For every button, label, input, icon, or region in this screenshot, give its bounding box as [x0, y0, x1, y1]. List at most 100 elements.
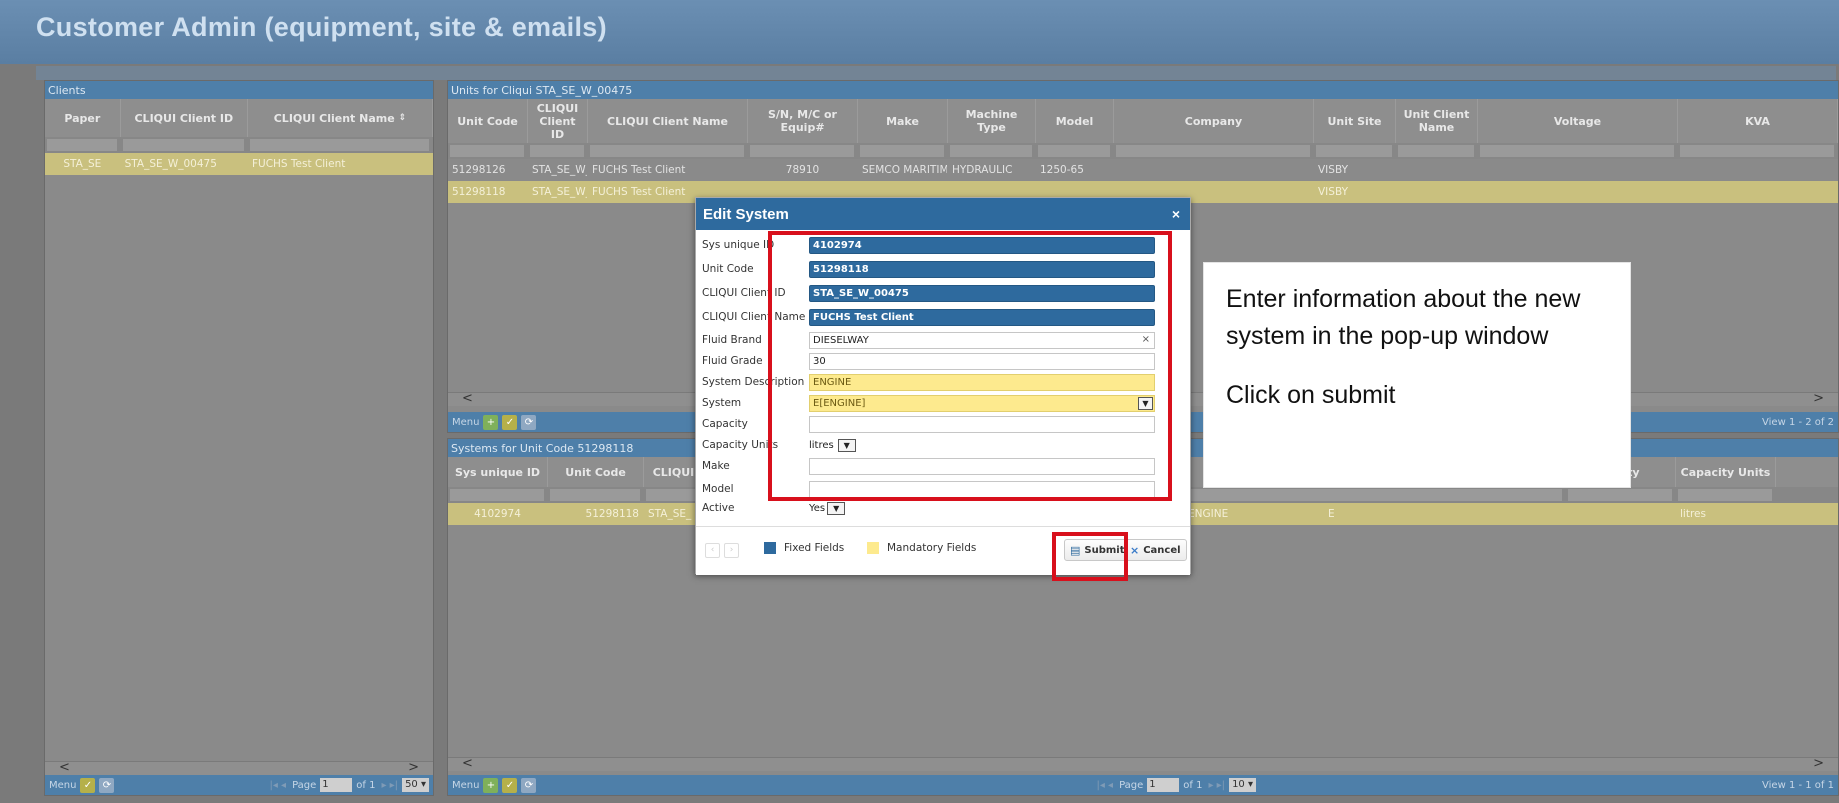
- edit-icon[interactable]: ✓: [80, 777, 96, 793]
- view-count: View 1 - 1 of 1: [1762, 779, 1834, 791]
- menu-label[interactable]: Menu: [49, 780, 76, 791]
- capacity-label: Capacity: [702, 418, 748, 430]
- rows-per-page-value: 50: [405, 779, 418, 790]
- close-icon[interactable]: ×: [1172, 206, 1180, 222]
- column-header-sys-id[interactable]: Sys unique ID: [448, 457, 548, 487]
- first-page-icon[interactable]: |◂ ◂: [269, 780, 286, 791]
- cell-make: SEMCO MARITIME: [862, 164, 948, 176]
- cancel-label: Cancel: [1143, 544, 1181, 556]
- clients-panel-title: Clients: [45, 81, 433, 99]
- rows-per-page-select[interactable]: 10 ▾: [1229, 778, 1256, 792]
- cell-unit-site: VISBY: [1318, 186, 1348, 198]
- cell-unit-site: VISBY: [1318, 164, 1348, 176]
- cell-unit-code: 51298118: [452, 186, 506, 198]
- menu-label[interactable]: Menu: [452, 780, 479, 791]
- column-header-company[interactable]: Company: [1114, 99, 1314, 143]
- mandatory-swatch: [867, 542, 879, 554]
- column-header-client-id[interactable]: CLIQUI Client ID: [528, 99, 588, 143]
- page-number-input[interactable]: 1: [1147, 778, 1180, 792]
- first-page-icon[interactable]: |◂ ◂: [1096, 780, 1113, 791]
- legend-mandatory: Mandatory Fields: [867, 542, 976, 554]
- unit-code-label: Unit Code: [702, 263, 754, 275]
- filter-client-name[interactable]: [248, 139, 433, 151]
- cell-client-name: FUCHS Test Client: [251, 158, 346, 170]
- scroll-left-icon[interactable]: <: [462, 391, 473, 406]
- legend-fixed: Fixed Fields: [764, 542, 844, 554]
- units-grid-header: Unit Code CLIQUI Client ID CLIQUI Client…: [448, 99, 1838, 143]
- cell-client-id: STA_SE_W_0(: [532, 186, 587, 198]
- app-header: Customer Admin (equipment, site & emails…: [0, 0, 1839, 64]
- scroll-left-icon[interactable]: <: [462, 756, 473, 771]
- systems-pager: Menu + ✓ ⟳ |◂ ◂ Page 1 of 1 ▸ ▸| 10 ▾ Vi…: [448, 775, 1838, 795]
- scroll-left-icon[interactable]: <: [59, 760, 70, 775]
- column-header-unit-code[interactable]: Unit Code: [448, 99, 528, 143]
- table-row[interactable]: STA_SE STA_SE_W_00475 FUCHS Test Client: [45, 153, 433, 175]
- cell-machine-type: HYDRAULIC: [952, 164, 1013, 176]
- instruction-callout: Enter information about the new system i…: [1203, 262, 1631, 488]
- refresh-icon[interactable]: ⟳: [521, 414, 537, 430]
- clients-pager: Menu ✓ ⟳ |◂ ◂ Page 1 of 1 ▸ ▸| 50 ▾: [45, 775, 433, 795]
- scroll-right-icon[interactable]: >: [1813, 391, 1824, 406]
- scroll-right-icon[interactable]: >: [408, 760, 419, 775]
- column-header-voltage[interactable]: Voltage: [1478, 99, 1678, 143]
- dialog-title: Edit System: [703, 206, 789, 223]
- column-header-client-name[interactable]: CLIQUI Client Name ⇕: [248, 99, 433, 137]
- cell-client-id: STA_SE_W_00475: [124, 158, 217, 170]
- cell-system: E: [1328, 508, 1335, 520]
- column-header-client-name[interactable]: CLIQUI Client Name: [588, 99, 748, 143]
- next-page-icon[interactable]: ▸ ▸|: [1208, 780, 1225, 791]
- clients-panel: Clients Paper CLIQUI Client ID CLIQUI Cl…: [44, 80, 434, 796]
- column-header-unit-site[interactable]: Unit Site: [1314, 99, 1396, 143]
- column-header-paper[interactable]: Paper: [45, 99, 121, 137]
- cancel-button[interactable]: × Cancel: [1124, 539, 1187, 561]
- sys-id-label: Sys unique ID: [702, 239, 775, 251]
- horizontal-scrollbar[interactable]: < >: [45, 760, 433, 775]
- units-panel-title: Units for Cliqui STA_SE_W_00475: [448, 81, 1838, 99]
- cell-client-id: STA_SE_W_0(: [532, 164, 587, 176]
- column-header-unit-client-name[interactable]: Unit Client Name: [1396, 99, 1478, 143]
- filter-client-id[interactable]: [121, 139, 248, 151]
- filter-paper[interactable]: [45, 139, 121, 151]
- column-header-client-id[interactable]: CLIQUI Client ID: [121, 99, 248, 137]
- units-filter-row: [448, 143, 1838, 159]
- model-label: Model: [702, 483, 734, 495]
- page-of-label: of 1: [1183, 779, 1203, 791]
- active-select[interactable]: Yes ▼: [809, 500, 846, 517]
- page-label: Page: [292, 779, 317, 791]
- cell-unit-code: 51298126: [452, 164, 506, 176]
- rows-per-page-select[interactable]: 50 ▾: [402, 778, 429, 792]
- callout-line-2: Click on submit: [1226, 381, 1396, 409]
- refresh-icon[interactable]: ⟳: [521, 777, 537, 793]
- next-page-icon[interactable]: ▸ ▸|: [381, 780, 398, 791]
- scroll-right-icon[interactable]: >: [1813, 756, 1824, 771]
- previous-record-icon[interactable]: ‹: [705, 543, 720, 558]
- column-header-client-name-label: CLIQUI Client Name: [273, 111, 395, 125]
- add-icon[interactable]: +: [483, 777, 499, 793]
- dropdown-arrow-icon[interactable]: ▼: [827, 502, 846, 515]
- page-label: Page: [1119, 779, 1144, 791]
- column-header-kva[interactable]: KVA: [1678, 99, 1838, 143]
- column-header-sn[interactable]: S/N, M/C or Equip#: [748, 99, 858, 143]
- page-number-input[interactable]: 1: [320, 778, 353, 792]
- callout-line-1: Enter information about the new system i…: [1226, 285, 1581, 350]
- column-header-capacity-units[interactable]: Capacity Units: [1676, 457, 1776, 487]
- column-header-unit-code[interactable]: Unit Code: [548, 457, 644, 487]
- cell-paper: STA_SE: [63, 158, 102, 170]
- cell-model: 1250-65: [1040, 164, 1084, 176]
- add-icon[interactable]: +: [483, 414, 499, 430]
- submit-highlight: [1052, 532, 1128, 581]
- edit-icon[interactable]: ✓: [502, 777, 518, 793]
- column-header-machine-type[interactable]: Machine Type: [948, 99, 1036, 143]
- edit-icon[interactable]: ✓: [502, 414, 518, 430]
- active-label: Active: [702, 502, 735, 514]
- active-value: Yes: [809, 503, 826, 514]
- rows-per-page-value: 10: [1232, 779, 1245, 790]
- menu-label[interactable]: Menu: [452, 417, 479, 428]
- column-header-make[interactable]: Make: [858, 99, 948, 143]
- column-header-model[interactable]: Model: [1036, 99, 1114, 143]
- refresh-icon[interactable]: ⟳: [99, 777, 115, 793]
- fields-highlight: [768, 231, 1172, 501]
- next-record-icon[interactable]: ›: [724, 543, 739, 558]
- table-row[interactable]: 51298126 STA_SE_W_0( FUCHS Test Client 7…: [448, 159, 1838, 181]
- horizontal-scrollbar[interactable]: < >: [448, 756, 1838, 771]
